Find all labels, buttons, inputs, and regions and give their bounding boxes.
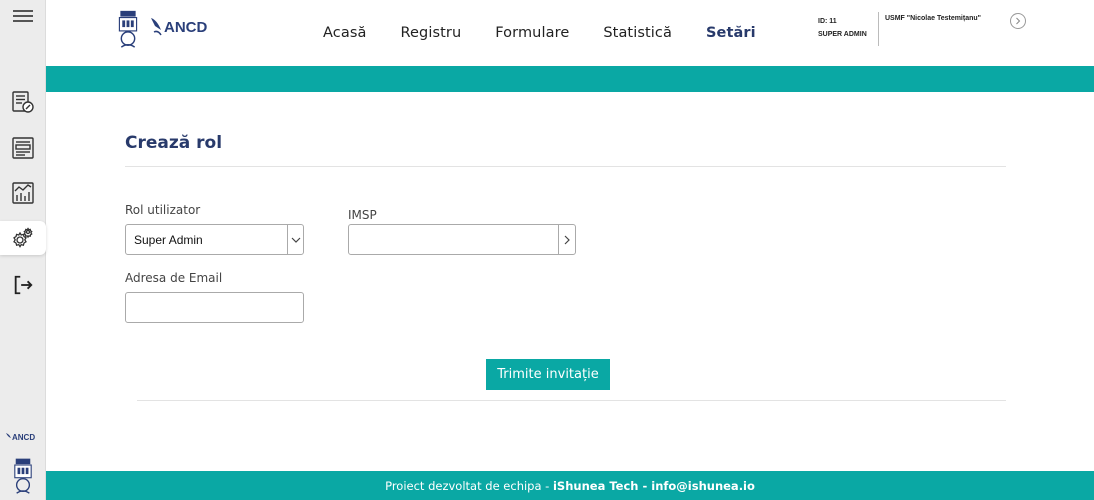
university-crest-logo[interactable] (116, 8, 140, 50)
logout-icon (14, 275, 33, 295)
sidebar-item-logout[interactable] (0, 268, 46, 302)
role-select-value: Super Admin (134, 233, 203, 247)
organization-name: USMF "Nicolae Testemițanu" (885, 15, 981, 22)
chevron-right-icon (1016, 17, 1021, 25)
sidebar-item-settings[interactable] (0, 221, 46, 255)
sidebar-item-forms[interactable] (0, 85, 46, 119)
send-invitation-button[interactable]: Trimite invitație (486, 359, 610, 390)
imsp-label: IMSP (348, 208, 377, 222)
sidebar: ANCD (0, 0, 46, 500)
nav-statistics[interactable]: Statistică (603, 25, 672, 41)
ancd-logo[interactable]: ANCD (150, 14, 222, 40)
role-select[interactable]: Super Admin (125, 224, 304, 255)
footer-email-link[interactable]: info@ishunea.io (651, 479, 755, 493)
imsp-input[interactable] (349, 225, 559, 254)
header-divider (878, 12, 879, 46)
statistics-chart-icon (12, 182, 34, 204)
page-title: Crează rol (125, 133, 223, 153)
imsp-open-button[interactable] (558, 225, 575, 254)
organization-switch-button[interactable] (1010, 13, 1026, 29)
chevron-right-icon (564, 235, 570, 244)
header-accent-band (46, 66, 1094, 92)
sidebar-item-statistics[interactable] (0, 176, 46, 210)
ancd-logo-small: ANCD (6, 433, 35, 442)
svg-text:ANCD: ANCD (12, 433, 35, 442)
nav-registry[interactable]: Registru (400, 25, 461, 41)
university-crest-icon (14, 458, 32, 494)
sidebar-item-registry[interactable] (0, 131, 46, 165)
main-nav: Acasă Registru Formulare Statistică Setă… (323, 25, 790, 41)
nav-settings[interactable]: Setări (706, 25, 756, 41)
footer: Proiect dezvoltat de echipa - iShunea Te… (46, 471, 1094, 500)
user-id: ID: 11 (818, 18, 837, 25)
user-info: ID: 11 SUPER ADMIN (818, 15, 867, 41)
email-label: Adresa de Email (125, 271, 223, 285)
document-edit-icon (12, 91, 34, 113)
user-role: SUPER ADMIN (818, 31, 867, 38)
register-list-icon (12, 137, 34, 159)
chevron-down-icon (287, 225, 303, 254)
form-bottom-divider (137, 400, 1006, 401)
footer-company[interactable]: iShunea Tech (553, 479, 638, 493)
title-divider (125, 166, 1006, 167)
logo-text: ANCD (164, 19, 207, 36)
email-field (125, 292, 304, 323)
email-input[interactable] (126, 293, 303, 322)
role-label: Rol utilizator (125, 203, 201, 217)
menu-toggle-icon[interactable] (13, 8, 33, 24)
nav-home[interactable]: Acasă (323, 25, 366, 41)
header: ANCD Acasă Registru Formulare Statistică… (46, 0, 1094, 66)
footer-separator: - (638, 478, 652, 493)
footer-prefix: Proiect dezvoltat de echipa - (385, 478, 553, 493)
settings-gear-icon (13, 227, 33, 248)
imsp-field (348, 224, 576, 255)
nav-forms[interactable]: Formulare (495, 25, 569, 41)
